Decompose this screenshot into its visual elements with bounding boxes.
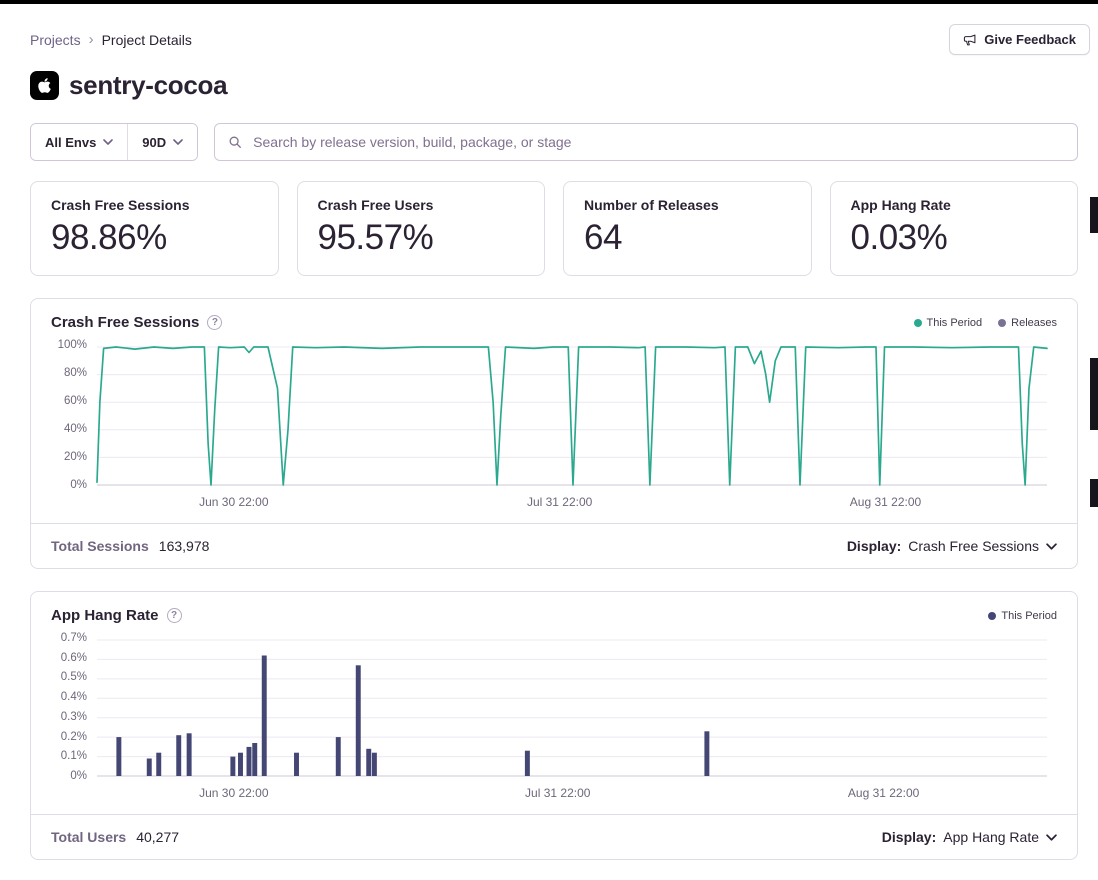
breadcrumb: Projects › Project Details (30, 31, 192, 48)
x-axis-label: Jun 30 22:00 (199, 786, 268, 800)
background-window-artifact (1090, 358, 1098, 430)
y-axis-label: 0% (70, 770, 87, 782)
x-axis: Jun 30 22:00 Jul 31 22:00 Aug 31 22:00 (97, 485, 1047, 513)
y-axis-label: 0.1% (61, 750, 87, 762)
total-sessions: Total Sessions 163,978 (51, 538, 209, 554)
x-axis: Jun 30 22:00 Jul 31 22:00 Aug 31 22:00 (97, 776, 1047, 804)
y-axis-label: 100% (58, 339, 87, 351)
display-selector-value: Crash Free Sessions (908, 538, 1039, 554)
give-feedback-button[interactable]: Give Feedback (949, 24, 1090, 55)
y-axis-label: 0.5% (61, 671, 87, 683)
help-icon[interactable]: ? (207, 315, 222, 330)
legend-dot (998, 319, 1006, 327)
y-axis-label: 20% (64, 451, 87, 463)
chevron-down-icon (103, 139, 113, 145)
stat-value: 64 (584, 218, 791, 258)
stat-value: 98.86% (51, 218, 258, 258)
stat-label: Crash Free Users (318, 197, 525, 213)
y-axis-label: 0.2% (61, 731, 87, 743)
legend-item[interactable]: Releases (998, 317, 1057, 329)
stat-label: App Hang Rate (851, 197, 1058, 213)
chevron-down-icon (1046, 834, 1057, 841)
y-axis-label: 0.7% (61, 632, 87, 644)
chevron-down-icon (1046, 543, 1057, 550)
release-search-input[interactable] (251, 133, 1064, 151)
x-axis-label: Aug 31 22:00 (850, 495, 921, 509)
stat-card-app-hang-rate: App Hang Rate 0.03% (830, 181, 1079, 276)
page-title: sentry-cocoa (69, 70, 227, 101)
search-icon (228, 135, 242, 149)
give-feedback-label: Give Feedback (984, 32, 1076, 47)
stat-card-number-of-releases: Number of Releases 64 (563, 181, 812, 276)
filter-group: All Envs 90D (30, 123, 198, 161)
legend-dot (914, 319, 922, 327)
breadcrumb-separator-icon: › (89, 31, 94, 48)
y-axis: 100%80%60%40%20%0% (39, 345, 97, 485)
chart-legend: This Period Releases (914, 317, 1058, 329)
screen-top-edge (0, 0, 1098, 4)
stat-label: Number of Releases (584, 197, 791, 213)
y-axis: 0.7%0.6%0.5%0.4%0.3%0.2%0.1%0% (39, 638, 97, 776)
project-details-page: Projects › Project Details Give Feedback… (30, 24, 1078, 860)
total-users-value: 40,277 (136, 829, 179, 845)
stat-value: 95.57% (318, 218, 525, 258)
date-range-filter-dropdown[interactable]: 90D (127, 124, 197, 160)
x-axis-label: Jul 31 22:00 (527, 495, 592, 509)
legend-item[interactable]: This Period (988, 610, 1057, 622)
release-search-box[interactable] (214, 123, 1078, 161)
y-axis-label: 80% (64, 367, 87, 379)
date-range-filter-label: 90D (142, 135, 166, 150)
display-selector-value: App Hang Rate (943, 829, 1039, 845)
megaphone-icon (963, 33, 977, 47)
y-axis-label: 0% (70, 479, 87, 491)
chart-legend: This Period (988, 610, 1057, 622)
environment-filter-dropdown[interactable]: All Envs (31, 124, 127, 160)
display-selector-label: Display: (847, 538, 901, 554)
display-selector[interactable]: Display: Crash Free Sessions (847, 538, 1057, 554)
x-axis-label: Aug 31 22:00 (848, 786, 919, 800)
environment-filter-label: All Envs (45, 135, 96, 150)
y-axis-label: 0.3% (61, 711, 87, 723)
background-window-artifact (1090, 197, 1098, 233)
y-axis-label: 40% (64, 423, 87, 435)
breadcrumb-projects-link[interactable]: Projects (30, 32, 81, 48)
app-hang-rate-bar-chart (97, 638, 1047, 776)
panel-title: Crash Free Sessions (51, 314, 199, 331)
legend-label: This Period (927, 317, 983, 329)
help-icon[interactable]: ? (167, 608, 182, 623)
total-users-label: Total Users (51, 829, 126, 845)
app-hang-rate-panel: App Hang Rate ? This Period 0.7% 0.6% 0.5%… (30, 591, 1078, 860)
stat-card-crash-free-sessions: Crash Free Sessions 98.86% (30, 181, 279, 276)
y-axis-label: 0.4% (61, 691, 87, 703)
y-axis-label: 60% (64, 395, 87, 407)
crash-free-sessions-panel: Crash Free Sessions ? This Period Release… (30, 298, 1078, 569)
stat-label: Crash Free Sessions (51, 197, 258, 213)
legend-label: Releases (1011, 317, 1057, 329)
display-selector-label: Display: (882, 829, 936, 845)
stat-value: 0.03% (851, 218, 1058, 258)
total-sessions-value: 163,978 (159, 538, 210, 554)
crash-free-sessions-line-chart (97, 345, 1047, 485)
legend-dot (988, 612, 996, 620)
display-selector[interactable]: Display: App Hang Rate (882, 829, 1057, 845)
panel-title: App Hang Rate (51, 607, 159, 624)
breadcrumb-current: Project Details (102, 32, 192, 48)
y-axis-label: 0.6% (61, 652, 87, 664)
legend-label: This Period (1001, 610, 1057, 622)
background-window-artifact (1090, 479, 1098, 507)
x-axis-label: Jul 31 22:00 (525, 786, 590, 800)
x-axis-label: Jun 30 22:00 (199, 495, 268, 509)
stat-card-crash-free-users: Crash Free Users 95.57% (297, 181, 546, 276)
legend-item[interactable]: This Period (914, 317, 983, 329)
apple-platform-icon (30, 71, 59, 100)
total-sessions-label: Total Sessions (51, 538, 149, 554)
total-users: Total Users 40,277 (51, 829, 179, 845)
chevron-down-icon (173, 139, 183, 145)
